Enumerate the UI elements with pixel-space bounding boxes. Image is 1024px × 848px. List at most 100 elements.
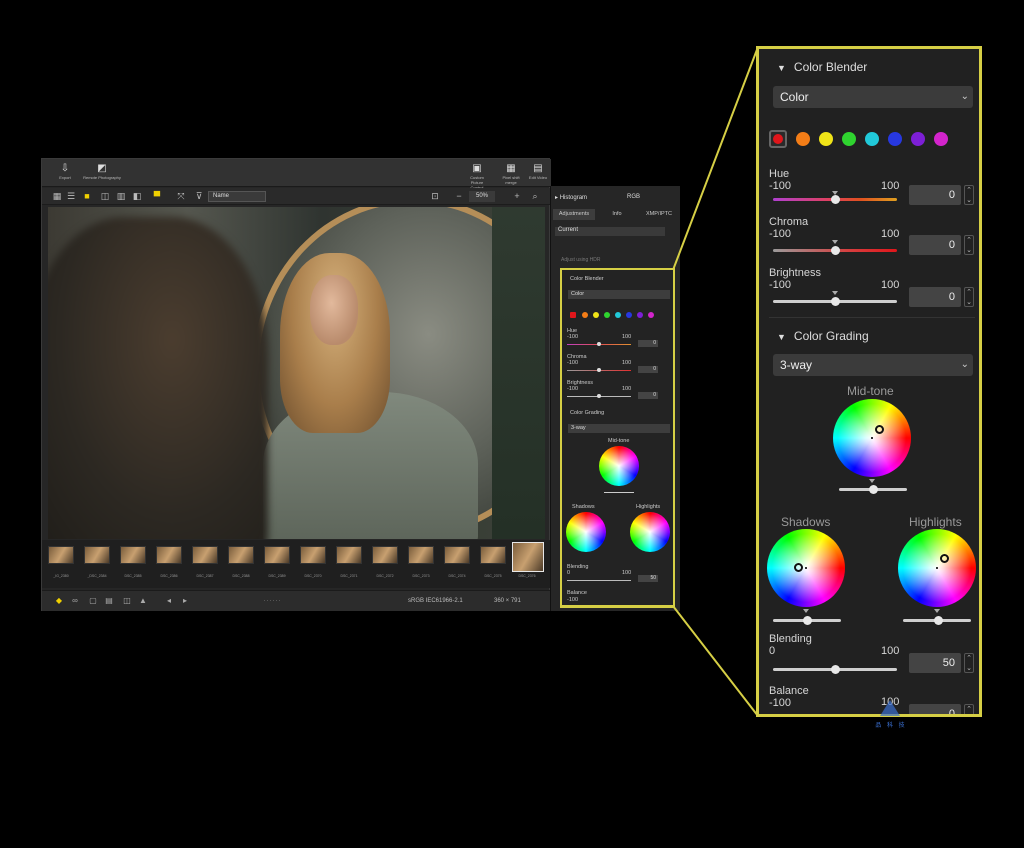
prev-icon[interactable]: ◂ — [164, 596, 174, 606]
edit-video-button[interactable]: ▤ Edit Video — [526, 162, 550, 186]
highlights-wheel-point[interactable] — [940, 554, 949, 563]
color-blender-header[interactable]: ▼ Color Blender — [777, 60, 867, 74]
mini-swatch-yellow[interactable] — [593, 312, 599, 318]
thumbnail[interactable] — [408, 546, 434, 564]
shadows-luminance-knob[interactable] — [803, 616, 812, 625]
thumbnail[interactable] — [480, 546, 506, 564]
viewer-icon[interactable]: ■ — [82, 191, 92, 201]
shadows-color-wheel[interactable] — [767, 529, 845, 607]
compare-icon[interactable]: ◫ — [100, 191, 110, 201]
swatch-cyan[interactable] — [865, 132, 879, 146]
balance-value-field[interactable]: 0 — [909, 704, 961, 714]
info-icon[interactable]: ▤ — [104, 596, 114, 606]
mini-swatch-magenta[interactable] — [648, 312, 654, 318]
mini-midtone-wheel[interactable] — [599, 446, 639, 486]
midtone-wheel-point[interactable] — [875, 425, 884, 434]
mini-color-select[interactable]: Color — [568, 290, 670, 299]
shadows-wheel-point[interactable] — [794, 563, 803, 572]
hue-value-field[interactable]: 0 — [909, 185, 961, 205]
mini-brightness-knob[interactable] — [597, 394, 601, 398]
preset-select[interactable]: Current — [555, 227, 665, 236]
grid-view-icon[interactable]: ▦ — [52, 191, 62, 201]
sort-select[interactable]: Name — [208, 191, 266, 202]
pixel-shift-button[interactable]: ▦ Pixel shift merge — [498, 162, 524, 186]
fit-icon[interactable]: ⊡ — [430, 191, 440, 201]
balance-stepper[interactable]: ⌃⌄ — [964, 704, 974, 714]
brightness-slider-knob[interactable] — [830, 297, 840, 306]
mini-blending-slider[interactable] — [567, 580, 631, 581]
hue-stepper[interactable]: ⌃ ⌄ — [964, 185, 974, 205]
mini-chroma-value[interactable]: 0 — [638, 366, 658, 373]
mini-brightness-value[interactable]: 0 — [638, 392, 658, 399]
swatch-green[interactable] — [842, 132, 856, 146]
mini-blending-value[interactable]: 50 — [638, 575, 658, 582]
filmstrip-view-icon[interactable]: ▥ — [116, 191, 126, 201]
thumbnail[interactable] — [300, 546, 326, 564]
main-photo-viewer[interactable] — [48, 207, 545, 539]
midtone-color-wheel[interactable] — [833, 399, 911, 477]
label-icon[interactable]: ◆ — [54, 596, 64, 606]
next-icon[interactable]: ▸ — [180, 596, 190, 606]
mini-swatch-purple[interactable] — [637, 312, 643, 318]
thumbnail[interactable] — [228, 546, 254, 564]
tab-adjustments[interactable]: Adjustments — [553, 209, 595, 220]
mini-swatch-blue[interactable] — [626, 312, 632, 318]
link-icon[interactable]: ∞ — [70, 596, 80, 606]
highlights-luminance-knob[interactable] — [934, 616, 943, 625]
brightness-value-field[interactable]: 0 — [909, 287, 961, 307]
tab-info[interactable]: Info — [597, 209, 637, 220]
thumbnail[interactable] — [336, 546, 362, 564]
list-view-icon[interactable]: ☰ — [66, 191, 76, 201]
mini-color-blender-header[interactable]: Color Blender — [570, 276, 604, 282]
histogram-icon[interactable]: ▲ — [138, 596, 148, 606]
mini-swatch-red[interactable] — [570, 312, 576, 318]
grading-mode-select[interactable]: 3-way ⌄ — [773, 354, 973, 376]
custom-picture-control-button[interactable]: ▣Custom Picture Control — [464, 162, 490, 190]
thumbnail[interactable] — [48, 546, 74, 564]
thumbnail[interactable] — [120, 546, 146, 564]
remote-photography-button[interactable]: ◩ Remote Photography — [82, 162, 122, 186]
swatch-purple[interactable] — [911, 132, 925, 146]
chroma-slider-knob[interactable] — [830, 246, 840, 255]
chroma-value-field[interactable]: 0 — [909, 235, 961, 255]
color-grading-header[interactable]: ▼ Color Grading — [777, 329, 869, 343]
mini-shadows-wheel[interactable] — [566, 512, 606, 552]
thumbnail[interactable] — [372, 546, 398, 564]
highlights-color-wheel[interactable] — [898, 529, 976, 607]
tab-xmp-iptc[interactable]: XMP/IPTC — [639, 209, 679, 220]
swatch-yellow[interactable] — [819, 132, 833, 146]
chroma-stepper[interactable]: ⌃ ⌄ — [964, 235, 974, 255]
zoom-in-icon[interactable]: + — [512, 191, 522, 201]
mini-hue-knob[interactable] — [597, 342, 601, 346]
dual-view-icon[interactable]: ◧ — [132, 191, 142, 201]
mini-hue-value[interactable]: 0 — [638, 340, 658, 347]
label-filter-icon[interactable]: ▀ — [152, 191, 162, 201]
histogram-header[interactable]: ▸ Histogram — [555, 194, 587, 201]
layout-icon[interactable]: ◫ — [122, 596, 132, 606]
blending-slider-knob[interactable] — [830, 665, 840, 674]
swatch-blue[interactable] — [888, 132, 902, 146]
swatch-orange[interactable] — [796, 132, 810, 146]
thumbnail[interactable] — [156, 546, 182, 564]
swatch-magenta[interactable] — [934, 132, 948, 146]
zoom-out-icon[interactable]: − — [454, 191, 464, 201]
brightness-stepper[interactable]: ⌃ ⌄ — [964, 287, 974, 307]
frame-icon[interactable]: ▢ — [88, 596, 98, 606]
midtone-luminance-knob[interactable] — [869, 485, 878, 494]
thumbnail[interactable] — [84, 546, 110, 564]
thumbnail[interactable] — [264, 546, 290, 564]
thumbnail-selected[interactable] — [512, 542, 544, 572]
mini-highlights-wheel[interactable] — [630, 512, 670, 552]
mini-chroma-knob[interactable] — [597, 368, 601, 372]
export-button[interactable]: ⇩ Export — [48, 162, 82, 186]
mini-swatch-cyan[interactable] — [615, 312, 621, 318]
mini-midtone-slider[interactable] — [604, 492, 634, 493]
zoom-level[interactable]: 50% — [469, 191, 495, 202]
mini-swatch-orange[interactable] — [582, 312, 588, 318]
color-blender-select[interactable]: Color ⌄ — [773, 86, 973, 108]
crop-icon[interactable]: ⤧ — [176, 191, 186, 201]
magnifier-icon[interactable]: ⌕ — [530, 191, 540, 201]
mini-swatch-green[interactable] — [604, 312, 610, 318]
thumbnail[interactable] — [192, 546, 218, 564]
mini-mode-select[interactable]: 3-way — [568, 424, 670, 433]
